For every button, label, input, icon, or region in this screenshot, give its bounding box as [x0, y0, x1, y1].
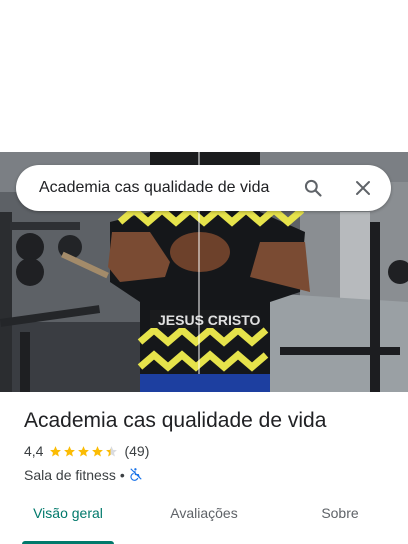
tab-visao-geral[interactable]: Visão geral: [0, 496, 136, 544]
tab-label: Avaliações: [170, 505, 238, 521]
place-category[interactable]: Sala de fitness: [24, 467, 116, 483]
wheelchair-not-accessible-icon: [129, 467, 143, 484]
star-icon: [78, 445, 90, 456]
category-row: Sala de fitness •: [24, 466, 394, 484]
search-bar[interactable]: [16, 165, 391, 211]
rating-value: 4,4: [24, 443, 44, 459]
review-count: (49): [124, 443, 150, 459]
star-icon: [92, 445, 104, 456]
star-icon: [106, 445, 118, 456]
rating-row[interactable]: 4,4 (49): [24, 442, 394, 460]
tab-label: Sobre: [321, 505, 359, 521]
rating-stars: [49, 445, 119, 458]
tab-avaliacoes[interactable]: Avaliações: [136, 496, 272, 544]
close-icon[interactable]: [349, 174, 377, 202]
tab-label: Visão geral: [33, 505, 103, 521]
svg-text:JESUS CRISTO: JESUS CRISTO: [158, 312, 261, 328]
star-icon: [50, 445, 62, 456]
place-info: Academia cas qualidade de vida 4,4 (49) …: [24, 406, 394, 484]
place-tabs: Visão geral Avaliações Sobre: [0, 496, 408, 544]
star-icon: [64, 445, 76, 456]
separator-dot: •: [119, 467, 125, 483]
tab-sobre[interactable]: Sobre: [272, 496, 408, 544]
search-icon[interactable]: [299, 174, 327, 202]
search-input[interactable]: [39, 179, 299, 197]
place-title: Academia cas qualidade de vida: [24, 409, 327, 432]
